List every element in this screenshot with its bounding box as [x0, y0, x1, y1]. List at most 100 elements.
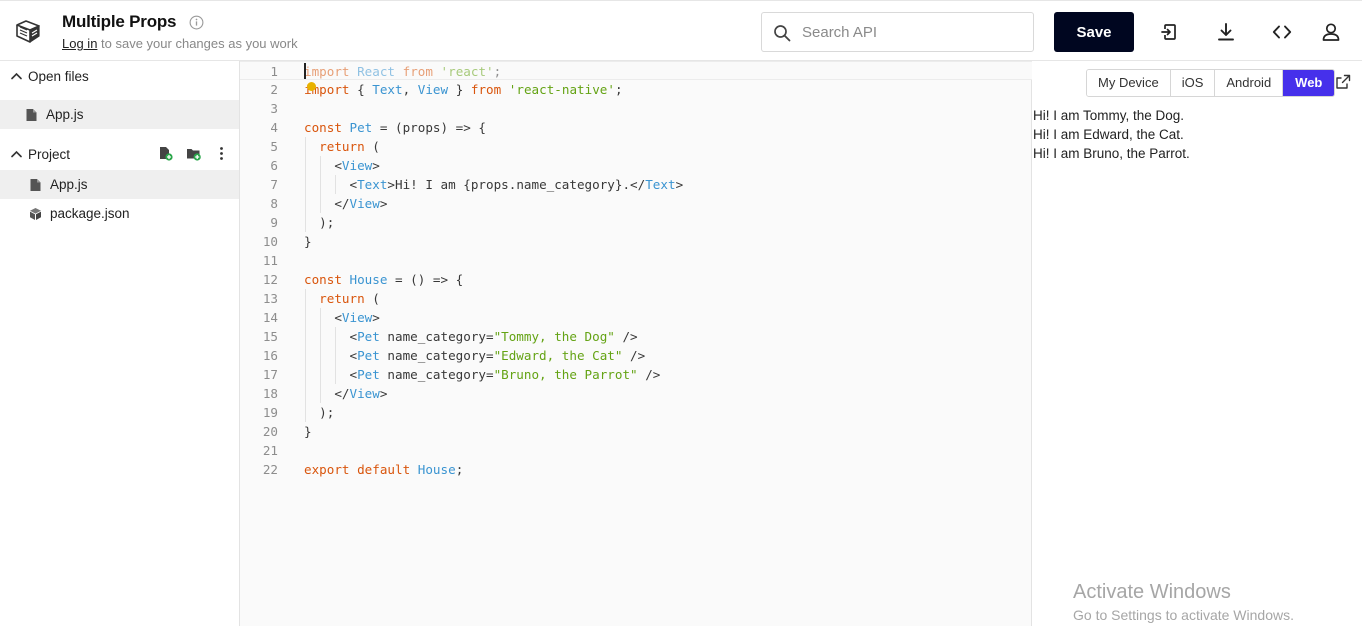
code-line[interactable]: 17 <Pet name_category="Bruno, the Parrot… — [240, 365, 1032, 384]
login-prompt-text: to save your changes as you work — [97, 36, 298, 51]
add-file-icon[interactable] — [158, 146, 173, 161]
lightbulb-icon[interactable] — [307, 82, 316, 91]
code-line[interactable]: 20} — [240, 422, 1032, 441]
line-number: 10 — [262, 234, 278, 249]
indent-guide — [335, 175, 337, 194]
code-token: , — [402, 82, 418, 97]
code-token: Text — [357, 177, 388, 192]
code-line[interactable]: 12 const House = () => { — [240, 270, 1032, 289]
user-icon[interactable] — [1320, 21, 1342, 43]
code-token: Pet — [357, 329, 380, 344]
code-line[interactable]: 11 — [240, 251, 1032, 270]
code-text: const Pet = (props) => { — [304, 118, 486, 137]
code-line[interactable]: 8 </View> — [240, 194, 1032, 213]
snack-logo-icon[interactable] — [14, 17, 42, 45]
watermark-subtitle: Go to Settings to activate Windows. — [1073, 607, 1294, 623]
code-token: View — [341, 310, 373, 325]
add-folder-icon[interactable] — [186, 146, 201, 161]
code-line[interactable]: 2 import { Text, View } from 'react-nativ… — [240, 80, 1032, 99]
code-token: name_category= — [379, 367, 494, 382]
indent-guide — [305, 137, 306, 232]
code-editor[interactable]: 1 import React from 'react'; 2 import { Tex… — [240, 61, 1032, 626]
code-line[interactable]: 18 </View> — [240, 384, 1032, 403]
open-file-item[interactable]: App.js — [0, 100, 239, 129]
code-token: > — [372, 310, 380, 325]
code-line[interactable]: 7 <Text>Hi! I am {props.name_category}.<… — [240, 175, 1032, 194]
indent-guide — [320, 308, 322, 403]
code-token: ); — [304, 405, 335, 420]
project-file-item[interactable]: package.json — [0, 199, 239, 228]
code-token: from — [402, 64, 433, 79]
login-link[interactable]: Log in — [62, 36, 97, 51]
app-window: Multiple Props Log in to save your chang… — [0, 0, 1362, 626]
save-button[interactable]: Save — [1054, 12, 1134, 52]
line-number: 20 — [262, 424, 278, 439]
code-line[interactable]: 1 import React from 'react'; — [240, 61, 1032, 80]
code-line[interactable]: 5 return ( — [240, 137, 1032, 156]
code-text: ); — [304, 213, 334, 232]
line-number: 21 — [262, 443, 278, 458]
project-file-name: package.json — [50, 206, 130, 221]
code-token: name_category= — [379, 329, 494, 344]
code-line[interactable]: 22 export default House; — [240, 460, 1032, 479]
code-line[interactable]: 16 <Pet name_category="Edward, the Cat" … — [240, 346, 1032, 365]
code-token: { — [349, 82, 373, 97]
tab-ios[interactable]: iOS — [1170, 70, 1216, 96]
tab-my-device[interactable]: My Device — [1087, 70, 1171, 96]
external-link-icon[interactable] — [1335, 74, 1351, 90]
code-token: View — [417, 82, 449, 97]
device-icon[interactable] — [1159, 21, 1181, 43]
tab-android[interactable]: Android — [1215, 70, 1284, 96]
code-text: </View> — [304, 194, 387, 213]
line-number: 5 — [270, 139, 278, 154]
code-line[interactable]: 6 <View> — [240, 156, 1032, 175]
code-line[interactable]: 13 return ( — [240, 289, 1032, 308]
code-token: } — [304, 234, 312, 249]
code-token: View — [349, 196, 380, 211]
project-title: Multiple Props — [62, 12, 177, 31]
indent-guide — [305, 289, 306, 422]
code-line[interactable]: 10} — [240, 232, 1032, 251]
preview-pane: My Device iOS Android Web Hi! I am Tommy, t… — [1033, 61, 1362, 626]
code-line[interactable]: 14 <View> — [240, 308, 1032, 327]
code-token: House — [417, 462, 456, 477]
code-token: return — [319, 139, 365, 154]
code-line[interactable]: 9 ); — [240, 213, 1032, 232]
tab-web[interactable]: Web — [1283, 70, 1335, 96]
file-js-icon — [30, 179, 41, 191]
code-text: const House = () => { — [304, 270, 463, 289]
line-number: 2 — [270, 82, 278, 97]
code-line[interactable]: 15 <Pet name_category="Tommy, the Dog" /… — [240, 327, 1032, 346]
project-file-name: App.js — [50, 177, 88, 192]
code-text: ); — [304, 403, 334, 422]
search-box[interactable] — [761, 12, 1034, 52]
code-line[interactable]: 3 — [240, 99, 1032, 118]
info-icon[interactable] — [189, 15, 204, 30]
code-line[interactable]: 4 const Pet = (props) => { — [240, 118, 1032, 137]
app-output: Hi! I am Tommy, the Dog. Hi! I am Edward… — [1033, 106, 1190, 163]
line-number: 22 — [262, 462, 278, 477]
search-input[interactable] — [802, 19, 1022, 45]
project-header[interactable]: Project — [0, 140, 240, 170]
line-number: 16 — [262, 348, 278, 363]
code-text: <Pet name_category="Edward, the Cat" /> — [304, 346, 645, 365]
activation-watermark: Activate Windows Go to Settings to activ… — [1073, 580, 1294, 625]
code-token: return — [319, 291, 365, 306]
code-icon[interactable] — [1271, 21, 1293, 43]
project-file-item[interactable]: App.js — [0, 170, 239, 199]
code-token: > — [372, 158, 380, 173]
file-explorer: Open files App.js Project App.js package… — [0, 61, 240, 626]
code-line[interactable]: 19 ); — [240, 403, 1032, 422]
code-line[interactable]: 21 — [240, 441, 1032, 460]
open-files-header[interactable]: Open files — [0, 62, 240, 92]
download-icon[interactable] — [1215, 21, 1237, 43]
more-vertical-icon[interactable] — [214, 146, 229, 161]
line-number: 1 — [270, 64, 278, 79]
code-token: = (props) => { — [372, 120, 486, 135]
code-token: React — [357, 64, 396, 79]
